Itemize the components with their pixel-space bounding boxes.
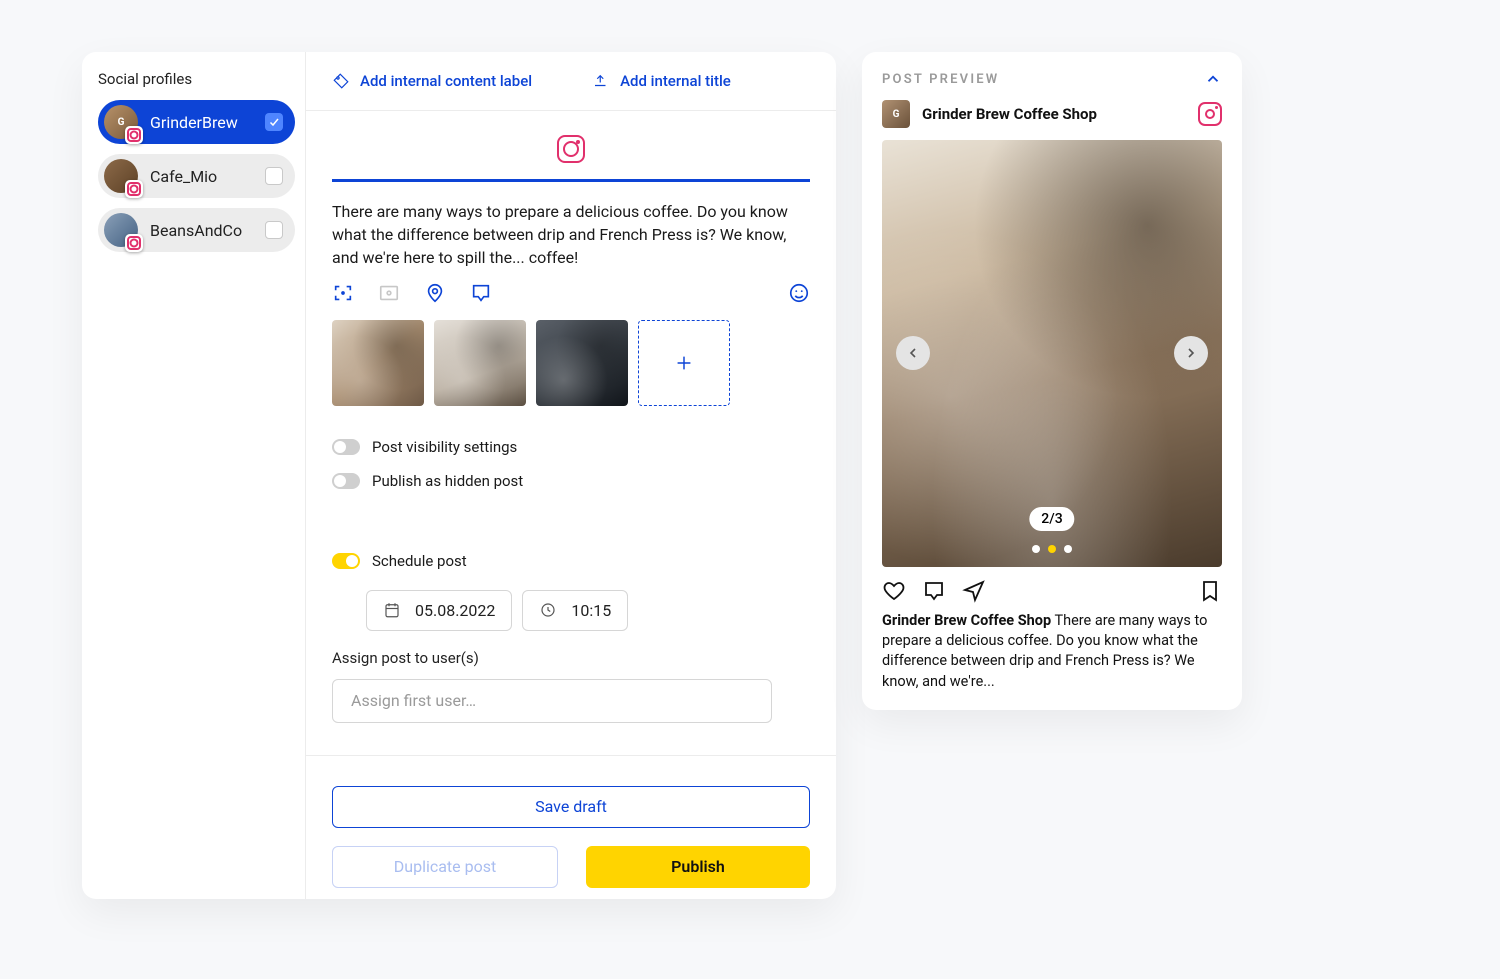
plus-icon: [673, 352, 695, 374]
profile-checkbox[interactable]: [265, 167, 283, 185]
action-buttons: Save draft Duplicate post Publish: [306, 755, 836, 899]
assign-user-input[interactable]: Assign first user…: [332, 679, 772, 723]
save-draft-button[interactable]: Save draft: [332, 786, 810, 828]
preview-action-row: [882, 567, 1222, 611]
hidden-post-toggle[interactable]: [332, 473, 360, 489]
send-icon[interactable]: [962, 579, 986, 603]
preview-avatar: G: [882, 100, 910, 128]
sidebar-title: Social profiles: [98, 70, 295, 88]
carousel-counter: 2/3: [1029, 507, 1074, 531]
profile-name: GrinderBrew: [150, 113, 253, 132]
location-pin-icon[interactable]: [424, 282, 446, 304]
toggle-label: Post visibility settings: [372, 438, 517, 456]
editor-top-bar: Add internal content label Add internal …: [306, 52, 836, 111]
schedule-date-value: 05.08.2022: [415, 601, 495, 620]
instagram-badge-icon: [125, 180, 143, 198]
duplicate-post-button[interactable]: Duplicate post: [332, 846, 558, 888]
preview-account-name: Grinder Brew Coffee Shop: [922, 105, 1186, 123]
instagram-icon: [1198, 102, 1222, 126]
tag-icon: [332, 72, 350, 90]
platform-tabs: [306, 111, 836, 182]
media-attachments-row: [306, 318, 836, 424]
add-internal-title-button[interactable]: Add internal title: [592, 72, 731, 90]
carousel-dots: [1032, 545, 1072, 553]
assign-label: Assign post to user(s): [332, 645, 810, 667]
composer-card: Social profiles G GrinderBrew Cafe_Mio: [82, 52, 836, 899]
image-placeholder-icon[interactable]: [378, 282, 400, 304]
title-export-icon: [592, 72, 610, 90]
add-media-button[interactable]: [638, 320, 730, 406]
carousel-next-button[interactable]: [1174, 336, 1208, 370]
bookmark-icon[interactable]: [1198, 579, 1222, 603]
preview-caption: Grinder Brew Coffee Shop There are many …: [882, 611, 1222, 692]
link-label: Add internal content label: [360, 72, 532, 90]
visibility-toggle-group: Post visibility settings Publish as hidd…: [306, 424, 836, 518]
preview-image-carousel: 2/3: [882, 140, 1222, 567]
schedule-time-value: 10:15: [571, 601, 611, 620]
toggle-label: Publish as hidden post: [372, 472, 523, 490]
collapse-chevron-icon[interactable]: [1204, 70, 1222, 88]
profile-beansandco[interactable]: BeansAndCo: [98, 208, 295, 252]
schedule-time-input[interactable]: 10:15: [522, 590, 628, 631]
avatar: [104, 159, 138, 193]
link-label: Add internal title: [620, 72, 731, 90]
avatar: [104, 213, 138, 247]
profile-name: Cafe_Mio: [150, 167, 253, 186]
caption-textarea[interactable]: There are many ways to prepare a delicio…: [306, 182, 836, 280]
instagram-badge-icon: [125, 234, 143, 252]
toggle-label: Schedule post: [372, 552, 467, 570]
post-preview-card: POST PREVIEW G Grinder Brew Coffee Shop …: [862, 52, 1242, 710]
post-visibility-toggle[interactable]: [332, 439, 360, 455]
clock-icon: [539, 601, 557, 619]
media-expand-icon[interactable]: [332, 282, 354, 304]
media-thumb-3[interactable]: [536, 320, 628, 406]
avatar: G: [104, 105, 138, 139]
editor-column: Add internal content label Add internal …: [306, 52, 836, 899]
schedule-date-input[interactable]: 05.08.2022: [366, 590, 512, 631]
emoji-icon[interactable]: [788, 282, 810, 304]
assign-placeholder: Assign first user…: [351, 691, 476, 710]
schedule-block: Schedule post 05.08.2022 10:15 Assign po…: [306, 526, 836, 731]
editor-tool-row: [306, 280, 836, 318]
profile-checkbox[interactable]: [265, 113, 283, 131]
preview-heading: POST PREVIEW: [882, 72, 999, 87]
carousel-prev-button[interactable]: [896, 336, 930, 370]
profile-checkbox[interactable]: [265, 221, 283, 239]
publish-button[interactable]: Publish: [586, 846, 810, 888]
media-thumb-1[interactable]: [332, 320, 424, 406]
calendar-icon: [383, 601, 401, 619]
comment-icon[interactable]: [470, 282, 492, 304]
profile-grinderbrew[interactable]: G GrinderBrew: [98, 100, 295, 144]
social-profiles-sidebar: Social profiles G GrinderBrew Cafe_Mio: [82, 52, 306, 899]
preview-user-row: G Grinder Brew Coffee Shop: [882, 100, 1222, 128]
heart-icon[interactable]: [882, 579, 906, 603]
preview-caption-name: Grinder Brew Coffee Shop: [882, 612, 1051, 629]
profile-name: BeansAndCo: [150, 221, 253, 240]
media-thumb-2[interactable]: [434, 320, 526, 406]
comment-icon[interactable]: [922, 579, 946, 603]
instagram-tab-icon[interactable]: [557, 135, 585, 163]
add-content-label-button[interactable]: Add internal content label: [332, 72, 532, 90]
profile-cafe-mio[interactable]: Cafe_Mio: [98, 154, 295, 198]
instagram-badge-icon: [125, 126, 143, 144]
schedule-post-toggle[interactable]: [332, 553, 360, 569]
